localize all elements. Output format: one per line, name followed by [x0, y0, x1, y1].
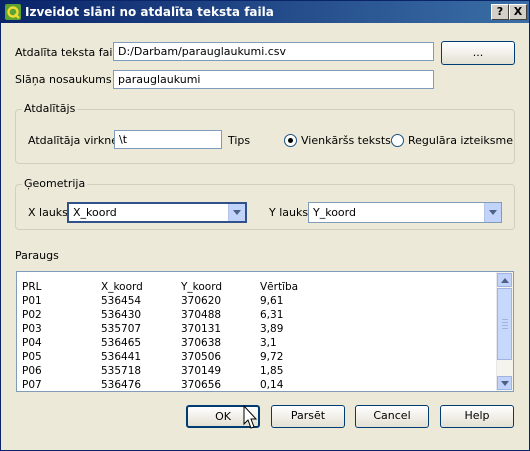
header-cell: Vērtība [260, 281, 299, 293]
sample-row: P05 536441 370506 9,72 [17, 350, 497, 364]
sample-row: P06 535718 370149 1,85 [17, 364, 497, 378]
y-field-combo[interactable]: Y_koord [308, 202, 502, 223]
sample-row: P03 535707 370131 3,89 [17, 322, 497, 336]
cancel-button[interactable]: Cancel [355, 405, 429, 428]
x-field-label: X lauks [28, 206, 68, 219]
x-field-value: X_koord [73, 206, 117, 219]
y-field-dropdown-arrow-icon[interactable] [484, 203, 501, 222]
scroll-thumb[interactable] [497, 288, 512, 360]
delimiter-group-title: Atdalītājs [22, 102, 78, 115]
cell: 536476 [101, 379, 142, 391]
sample-row: P01 536454 370620 9,61 [17, 294, 497, 308]
cell: P05 [22, 351, 42, 363]
delimiter-type-label: Tips [228, 134, 251, 147]
scroll-up-arrow-icon[interactable] [497, 273, 512, 287]
parse-button[interactable]: Parsēt [271, 405, 345, 428]
cell: 3,1 [260, 337, 277, 349]
cell: 370506 [181, 351, 222, 363]
delimiter-string-label: Atdalītāja virkne [28, 134, 119, 147]
cell: 1,85 [260, 365, 284, 377]
cell: 370638 [181, 337, 222, 349]
browse-button[interactable]: ... [441, 41, 515, 65]
cell: 0,14 [260, 379, 284, 391]
sample-preview[interactable]: PRL X_koord Y_koord Vērtība P01 536454 3… [16, 271, 514, 392]
help-button[interactable]: Help [440, 405, 514, 428]
cell: 536454 [101, 295, 142, 307]
cell: P02 [22, 309, 42, 321]
header-cell: PRL [22, 281, 42, 293]
cell: 535718 [101, 365, 142, 377]
cell: 370149 [181, 365, 222, 377]
cell: 536430 [101, 309, 142, 321]
cell: 6,31 [260, 309, 284, 321]
cell: P06 [22, 365, 42, 377]
qgis-logo-icon [5, 4, 21, 20]
layer-name-input[interactable]: parauglaukumi [113, 70, 434, 89]
sample-header-row: PRL X_koord Y_koord Vērtība [17, 280, 497, 294]
cell: P01 [22, 295, 42, 307]
cell: 370488 [181, 309, 222, 321]
cell: P04 [22, 337, 42, 349]
cell: 370131 [181, 323, 222, 335]
plain-text-radio[interactable] [284, 134, 297, 147]
cell: P03 [22, 323, 42, 335]
title-bar[interactable]: Izveidot slāni no atdalīta teksta faila … [1, 1, 529, 23]
scroll-down-arrow-icon[interactable] [497, 376, 512, 390]
plain-text-radio-label[interactable]: Vienkāršs teksts [301, 134, 391, 147]
cell: 536465 [101, 337, 142, 349]
regex-radio[interactable] [391, 134, 404, 147]
sample-row: P04 536465 370638 3,1 [17, 336, 497, 350]
header-cell: X_koord [101, 281, 143, 293]
cell: 9,72 [260, 351, 284, 363]
close-button[interactable]: X [509, 4, 527, 20]
sample-row: P07 536476 370656 0,14 [17, 378, 497, 391]
radio-selected-dot [288, 138, 293, 143]
y-field-value: Y_koord [313, 206, 356, 219]
file-label: Atdalīta teksta fails [15, 46, 122, 59]
cell: 370656 [181, 379, 222, 391]
dialog-window: Izveidot slāni no atdalīta teksta faila … [0, 0, 530, 451]
header-cell: Y_koord [181, 281, 223, 293]
x-field-dropdown-arrow-icon[interactable] [228, 204, 245, 221]
window-title: Izveidot slāni no atdalīta teksta faila [25, 5, 274, 19]
help-question-button[interactable]: ? [491, 4, 509, 20]
vertical-scrollbar[interactable] [496, 272, 513, 391]
x-field-combo[interactable]: X_koord [67, 202, 247, 223]
layer-name-label: Slāņa nosaukums [15, 73, 112, 86]
sample-label: Paraugs [15, 249, 59, 262]
cell: 370620 [181, 295, 222, 307]
regex-radio-label[interactable]: Regulāra izteiksme [408, 134, 513, 147]
delimiter-string-input[interactable]: \t [114, 130, 222, 149]
sample-row: P02 536430 370488 6,31 [17, 308, 497, 322]
cell: 536441 [101, 351, 142, 363]
cell: P07 [22, 379, 42, 391]
cell: 3,89 [260, 323, 284, 335]
cell: 535707 [101, 323, 142, 335]
mouse-pointer-icon [243, 405, 258, 429]
y-field-label: Y lauks [269, 206, 309, 219]
file-path-input[interactable]: D:/Darbam/parauglaukumi.csv [113, 42, 434, 61]
geometry-group-title: Ģeometrija [22, 177, 88, 190]
cell: 9,61 [260, 295, 284, 307]
